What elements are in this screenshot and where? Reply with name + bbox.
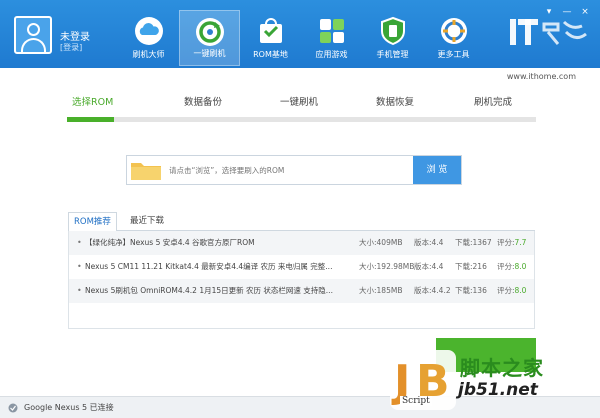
nav-label: 应用游戏 bbox=[315, 50, 348, 59]
top-header: 未登录 [登录] 刷机大师 一键刷机 ROM基地 应用游戏 手机管理 更多工具 … bbox=[0, 0, 600, 68]
score-label: 评分: bbox=[497, 238, 515, 247]
tab-rom-recommended[interactable]: ROM推荐 bbox=[68, 212, 117, 232]
rom-title: Nexus 5 CM11 11.21 Kitkat4.4 最新安卓4.4编译 农… bbox=[85, 262, 333, 271]
nav-label: 更多工具 bbox=[437, 50, 470, 59]
rom-list-item[interactable]: • Nexus 5 CM11 11.21 Kitkat4.4 最新安卓4.4编译… bbox=[69, 255, 534, 279]
ithome-logo bbox=[510, 19, 587, 45]
step-data-restore: 数据恢复 bbox=[376, 97, 415, 108]
login-link[interactable]: [登录] bbox=[60, 42, 82, 53]
cloud-icon bbox=[134, 17, 163, 45]
tab-recent-downloads[interactable]: 最近下载 bbox=[125, 212, 169, 231]
jb51-script-label: Script bbox=[400, 396, 432, 406]
nav-item-apps-games[interactable]: 应用游戏 bbox=[301, 10, 362, 66]
rom-downloads: 下载:1367 bbox=[455, 238, 492, 247]
main-nav: 刷机大师 一键刷机 ROM基地 应用游戏 手机管理 更多工具 bbox=[118, 10, 484, 66]
step-data-backup: 数据备份 bbox=[184, 97, 223, 108]
rom-list-item[interactable]: • 【绿化纯净】Nexus 5 安卓4.4 谷歌官方原厂ROM 大小:409MB… bbox=[69, 231, 534, 255]
step-flash-complete: 刷机完成 bbox=[474, 97, 513, 108]
shopping-bag-icon bbox=[259, 18, 282, 43]
nav-item-flash-master[interactable]: 刷机大师 bbox=[118, 10, 179, 66]
rom-size: 大小:409MB bbox=[359, 238, 403, 247]
phone-connected-icon bbox=[8, 403, 18, 413]
shield-icon bbox=[380, 16, 405, 46]
rom-downloads: 下载:136 bbox=[455, 286, 487, 295]
rom-version: 版本:4.4 bbox=[414, 262, 444, 271]
rom-size: 大小:192.98MB bbox=[359, 262, 415, 271]
rom-score: 评分:8.0 bbox=[497, 279, 526, 303]
nav-item-more-tools[interactable]: 更多工具 bbox=[423, 10, 484, 66]
jb51-name: 脚本之家 bbox=[460, 356, 544, 380]
rom-list: • 【绿化纯净】Nexus 5 安卓4.4 谷歌官方原厂ROM 大小:409MB… bbox=[68, 231, 535, 329]
browse-button[interactable]: 浏 览 bbox=[413, 156, 461, 184]
nav-label: 一键刷机 bbox=[193, 49, 226, 58]
score-label: 评分: bbox=[497, 262, 515, 271]
step-progress-fill bbox=[67, 117, 114, 122]
step-progress-track bbox=[67, 117, 536, 122]
bullet: • bbox=[77, 286, 82, 295]
score-value: 8.0 bbox=[514, 286, 527, 295]
nav-label: 手机管理 bbox=[376, 50, 409, 59]
score-label: 评分: bbox=[497, 286, 515, 295]
ithome-url: www.ithome.com bbox=[506, 72, 576, 81]
rom-downloads: 下载:216 bbox=[455, 262, 487, 271]
user-avatar[interactable] bbox=[14, 16, 52, 54]
rom-list-item[interactable]: • Nexus 5刷机包 OmniROM4.4.2 1月15日更新 农历 状态栏… bbox=[69, 279, 534, 303]
rom-title: 【绿化纯净】Nexus 5 安卓4.4 谷歌官方原厂ROM bbox=[85, 238, 255, 247]
score-value: 8.0 bbox=[514, 262, 527, 271]
rom-score: 评分:8.0 bbox=[497, 255, 526, 279]
bullet: • bbox=[77, 262, 82, 271]
rom-version: 版本:4.4 bbox=[414, 238, 444, 247]
refresh-icon bbox=[195, 18, 224, 46]
jb51-domain: jb51.net bbox=[458, 380, 538, 400]
step-one-click-flash: 一键刷机 bbox=[280, 97, 319, 108]
score-value: 7.7 bbox=[514, 238, 527, 247]
nav-item-phone-manager[interactable]: 手机管理 bbox=[362, 10, 423, 66]
nav-item-one-click-flash[interactable]: 一键刷机 bbox=[179, 10, 240, 66]
app-grid-icon bbox=[319, 19, 344, 43]
folder-icon[interactable] bbox=[129, 158, 163, 182]
rom-tabs: ROM推荐 最近下载 bbox=[68, 212, 535, 232]
connection-status: Google Nexus 5 已连接 bbox=[24, 403, 114, 412]
rom-title: Nexus 5刷机包 OmniROM4.4.2 1月15日更新 农历 状态栏网速… bbox=[85, 286, 333, 295]
nav-item-rom-base[interactable]: ROM基地 bbox=[240, 10, 301, 66]
bullet: • bbox=[77, 238, 82, 247]
step-select-rom: 选择ROM bbox=[72, 97, 114, 108]
avatar-body-shape bbox=[21, 38, 46, 52]
rom-score: 评分:7.7 bbox=[497, 231, 526, 255]
rom-version: 版本:4.4.2 bbox=[414, 286, 451, 295]
nav-label: 刷机大师 bbox=[132, 50, 165, 59]
tools-icon bbox=[440, 18, 467, 44]
user-name: 未登录 bbox=[60, 32, 90, 43]
nav-label: ROM基地 bbox=[253, 50, 288, 59]
flash-steps: 选择ROM 数据备份 一键刷机 数据恢复 刷机完成 bbox=[66, 94, 536, 108]
rom-file-selector: 浏 览 bbox=[126, 155, 462, 185]
rom-path-input[interactable] bbox=[165, 157, 411, 183]
rom-size: 大小:185MB bbox=[359, 286, 403, 295]
avatar-head-shape bbox=[27, 23, 40, 36]
